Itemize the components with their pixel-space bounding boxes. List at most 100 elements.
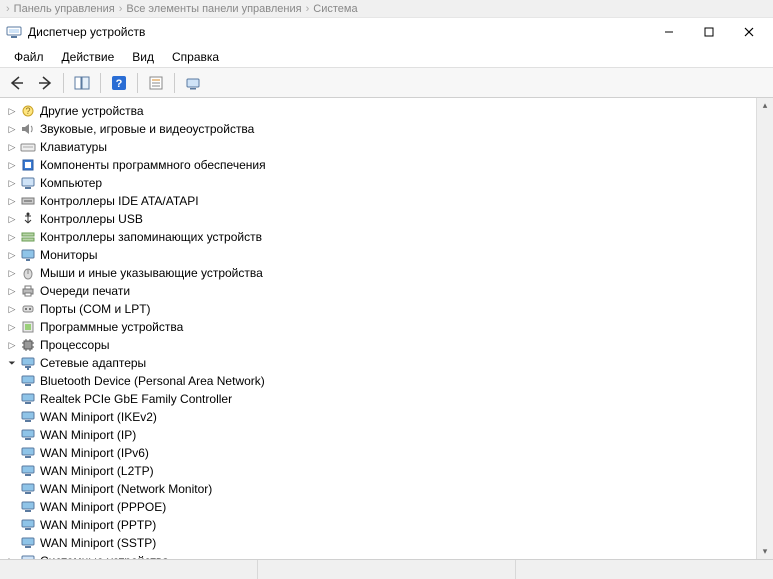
network-adapter-icon xyxy=(20,445,36,461)
tree-category-monitors[interactable]: ▷ Мониторы xyxy=(4,246,756,264)
tree-category-system-devices[interactable]: ▷ Системные устройства xyxy=(4,552,756,559)
tree-device-wan-pptp[interactable]: ▷ WAN Miniport (PPTP) xyxy=(4,516,756,534)
tree-device-wan-netmon[interactable]: ▷ WAN Miniport (Network Monitor) xyxy=(4,480,756,498)
collapse-icon[interactable]: ⏷ xyxy=(4,355,20,371)
toolbar-separator xyxy=(100,73,101,93)
expand-icon[interactable]: ▷ xyxy=(4,139,20,155)
help-button[interactable]: ? xyxy=(106,71,132,95)
tree-device-bluetooth-pan[interactable]: ▷ Bluetooth Device (Personal Area Networ… xyxy=(4,372,756,390)
minimize-button[interactable] xyxy=(649,19,689,45)
tree-label: Сетевые адаптеры xyxy=(40,356,146,370)
tree-label: Очереди печати xyxy=(40,284,130,298)
tree-label: Контроллеры USB xyxy=(40,212,143,226)
breadcrumb-item: Панель управления xyxy=(14,3,115,15)
chevron-right-icon: › xyxy=(306,3,310,15)
tree-category-processors[interactable]: ▷ Процессоры xyxy=(4,336,756,354)
tree-label: WAN Miniport (IP) xyxy=(40,428,136,442)
tree-device-wan-ipv6[interactable]: ▷ WAN Miniport (IPv6) xyxy=(4,444,756,462)
tree-label: WAN Miniport (L2TP) xyxy=(40,464,154,478)
software-component-icon xyxy=(20,157,36,173)
tree-category-print-queues[interactable]: ▷ Очереди печати xyxy=(4,282,756,300)
tree-category-ide-ata[interactable]: ▷ Контроллеры IDE ATA/ATAPI xyxy=(4,192,756,210)
menu-action[interactable]: Действие xyxy=(54,48,123,66)
tree-device-wan-pppoe[interactable]: ▷ WAN Miniport (PPPOE) xyxy=(4,498,756,516)
tree-category-network-adapters[interactable]: ⏷ Сетевые адаптеры xyxy=(4,354,756,372)
tree-device-wan-ikev2[interactable]: ▷ WAN Miniport (IKEv2) xyxy=(4,408,756,426)
tree-category-storage-controllers[interactable]: ▷ Контроллеры запоминающих устройств xyxy=(4,228,756,246)
network-adapter-icon xyxy=(20,391,36,407)
expand-icon[interactable]: ▷ xyxy=(4,319,20,335)
expand-icon[interactable]: ▷ xyxy=(4,103,20,119)
expand-icon[interactable]: ▷ xyxy=(4,175,20,191)
chevron-right-icon: › xyxy=(119,3,123,15)
close-button[interactable] xyxy=(729,19,769,45)
breadcrumb-item: Система xyxy=(313,3,357,15)
tree-label: Мониторы xyxy=(40,248,97,262)
network-adapter-icon xyxy=(20,517,36,533)
tree-category-other-devices[interactable]: ▷ ? Другие устройства xyxy=(4,102,756,120)
tree-category-computer[interactable]: ▷ Компьютер xyxy=(4,174,756,192)
tree-category-ports[interactable]: ▷ Порты (COM и LPT) xyxy=(4,300,756,318)
device-manager-icon xyxy=(6,24,22,40)
tree-device-wan-ip[interactable]: ▷ WAN Miniport (IP) xyxy=(4,426,756,444)
scroll-down-icon[interactable]: ▾ xyxy=(763,544,768,559)
tree-label: Мыши и иные указывающие устройства xyxy=(40,266,263,280)
vertical-scrollbar[interactable]: ▴ ▾ xyxy=(756,98,773,559)
menu-view[interactable]: Вид xyxy=(124,48,162,66)
scroll-up-icon[interactable]: ▴ xyxy=(763,98,768,113)
expand-icon[interactable]: ▷ xyxy=(4,229,20,245)
expand-icon[interactable]: ▷ xyxy=(4,211,20,227)
usb-icon xyxy=(20,211,36,227)
device-tree[interactable]: ▷ ? Другие устройства ▷ Звуковые, игровы… xyxy=(0,98,756,559)
menu-help[interactable]: Справка xyxy=(164,48,227,66)
tree-category-keyboards[interactable]: ▷ Клавиатуры xyxy=(4,138,756,156)
tree-device-wan-l2tp[interactable]: ▷ WAN Miniport (L2TP) xyxy=(4,462,756,480)
software-device-icon xyxy=(20,319,36,335)
toolbar-separator xyxy=(174,73,175,93)
menu-file[interactable]: Файл xyxy=(6,48,52,66)
tree-device-realtek-gbe[interactable]: ▷ Realtek PCIe GbE Family Controller xyxy=(4,390,756,408)
tree-label: Контроллеры IDE ATA/ATAPI xyxy=(40,194,199,208)
titlebar: Диспетчер устройств xyxy=(0,18,773,46)
menubar: Файл Действие Вид Справка xyxy=(0,46,773,68)
network-adapter-icon xyxy=(20,463,36,479)
expand-icon[interactable]: ▷ xyxy=(4,193,20,209)
properties-button[interactable] xyxy=(143,71,169,95)
statusbar-pane xyxy=(258,560,516,579)
statusbar xyxy=(0,559,773,579)
tree-label: WAN Miniport (IPv6) xyxy=(40,446,149,460)
scan-hardware-button[interactable] xyxy=(180,71,206,95)
expand-icon[interactable]: ▷ xyxy=(4,337,20,353)
nav-back-button[interactable] xyxy=(4,71,30,95)
expand-icon[interactable]: ▷ xyxy=(4,301,20,317)
toolbar-separator xyxy=(63,73,64,93)
window-controls xyxy=(649,19,769,45)
chevron-right-icon: › xyxy=(6,3,10,15)
tree-label: WAN Miniport (PPTP) xyxy=(40,518,156,532)
tree-device-wan-sstp[interactable]: ▷ WAN Miniport (SSTP) xyxy=(4,534,756,552)
expand-icon[interactable]: ▷ xyxy=(4,247,20,263)
maximize-button[interactable] xyxy=(689,19,729,45)
toolbar-separator xyxy=(137,73,138,93)
tree-label: Компоненты программного обеспечения xyxy=(40,158,266,172)
nav-forward-button[interactable] xyxy=(32,71,58,95)
show-hide-console-button[interactable] xyxy=(69,71,95,95)
network-adapter-icon xyxy=(20,427,36,443)
expand-icon[interactable]: ▷ xyxy=(4,157,20,173)
expand-icon[interactable]: ▷ xyxy=(4,121,20,137)
tree-category-usb[interactable]: ▷ Контроллеры USB xyxy=(4,210,756,228)
statusbar-pane xyxy=(0,560,258,579)
tree-label: Порты (COM и LPT) xyxy=(40,302,151,316)
toolbar: ? xyxy=(0,68,773,98)
tree-label: WAN Miniport (Network Monitor) xyxy=(40,482,212,496)
expand-icon[interactable]: ▷ xyxy=(4,283,20,299)
expand-icon[interactable]: ▷ xyxy=(4,265,20,281)
tree-category-software-components[interactable]: ▷ Компоненты программного обеспечения xyxy=(4,156,756,174)
tree-label: Компьютер xyxy=(40,176,102,190)
tree-category-mice[interactable]: ▷ Мыши и иные указывающие устройства xyxy=(4,264,756,282)
tree-category-software-devices[interactable]: ▷ Программные устройства xyxy=(4,318,756,336)
tree-category-sound[interactable]: ▷ Звуковые, игровые и видеоустройства xyxy=(4,120,756,138)
expand-icon[interactable]: ▷ xyxy=(4,553,20,559)
svg-text:?: ? xyxy=(25,106,30,116)
tree-label: Другие устройства xyxy=(40,104,144,118)
